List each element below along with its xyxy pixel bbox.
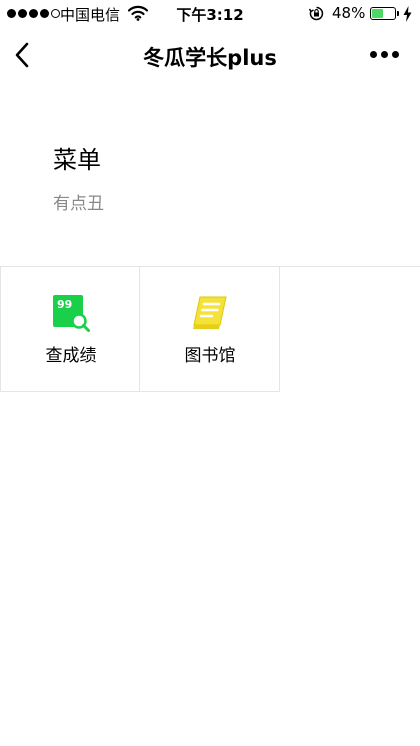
- book-icon: [193, 296, 227, 329]
- ellipsis-icon[interactable]: [370, 51, 399, 58]
- status-bar: 中国电信 下午3:12 48%: [0, 0, 420, 28]
- charging-bolt-icon: [403, 6, 412, 22]
- menu-item-label: 查成绩: [45, 346, 97, 366]
- battery-percentage: 48%: [332, 4, 366, 22]
- page-title: 菜单: [53, 146, 101, 174]
- battery-cap: [397, 11, 399, 16]
- rotation-lock-icon: [309, 6, 324, 21]
- battery-icon: [370, 7, 396, 20]
- menu-item-library[interactable]: 图书馆: [140, 267, 280, 392]
- menu-item-label: 图书馆: [184, 346, 236, 366]
- nav-title: 冬瓜学长plus: [143, 46, 277, 70]
- svg-text:99: 99: [57, 298, 72, 311]
- battery-level-fill: [372, 9, 383, 18]
- page-subtitle: 有点丑: [53, 194, 104, 214]
- menu-item-grades[interactable]: 99 查成绩: [0, 267, 140, 392]
- navigation-bar: 冬瓜学长plus: [0, 28, 420, 82]
- grade-search-icon: 99: [53, 295, 90, 332]
- menu-grid: 99 查成绩 图书馆: [0, 266, 420, 392]
